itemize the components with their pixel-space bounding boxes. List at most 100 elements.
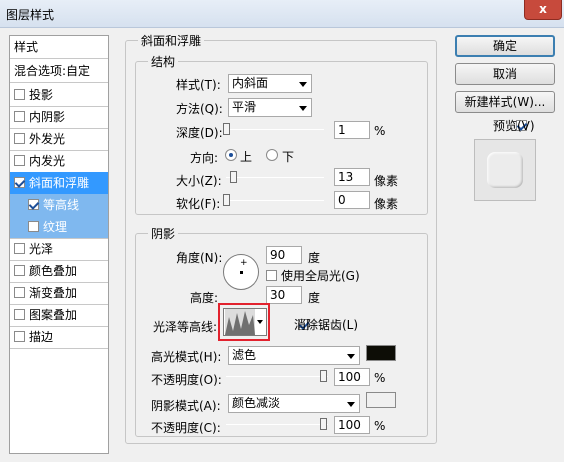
angle-input[interactable]: 90 <box>266 246 302 264</box>
chevron-down-icon <box>257 320 263 324</box>
shadow-mode-label: 阴影模式(A): <box>151 399 221 413</box>
direction-down-radio[interactable] <box>266 149 278 161</box>
style-item[interactable]: 等高线 <box>10 194 108 216</box>
style-item-checkbox[interactable] <box>14 155 25 166</box>
highlight-opacity-track[interactable] <box>226 376 328 377</box>
direction-up-radio[interactable] <box>225 149 237 161</box>
technique-select-value: 平滑 <box>232 100 257 114</box>
style-item[interactable]: 斜面和浮雕 <box>10 172 108 194</box>
style-item-checkbox[interactable] <box>14 331 25 342</box>
highlight-mode-value: 滤色 <box>232 348 257 362</box>
shadow-color-swatch[interactable] <box>366 392 396 408</box>
size-slider-thumb[interactable] <box>229 171 237 183</box>
chevron-down-icon <box>347 354 355 359</box>
dial-center-dot <box>240 271 243 274</box>
highlight-color-swatch[interactable] <box>366 345 396 361</box>
style-item-label: 外发光 <box>29 132 66 146</box>
preview-shape <box>487 152 523 188</box>
shadow-opacity-track[interactable] <box>226 424 328 425</box>
preview-label: 预览(V) <box>493 119 535 133</box>
size-label: 大小(Z): <box>176 174 222 188</box>
style-item[interactable]: 外发光 <box>10 128 108 150</box>
style-item-checkbox[interactable] <box>14 111 25 122</box>
style-item[interactable]: 纹理 <box>10 216 108 238</box>
style-item-label: 等高线 <box>43 198 80 212</box>
style-item-label: 图案叠加 <box>29 308 78 322</box>
angle-unit: 度 <box>308 251 321 265</box>
depth-unit: % <box>374 124 386 138</box>
angle-dial[interactable]: + <box>223 254 259 290</box>
bevel-emboss-title: 斜面和浮雕 <box>138 32 205 49</box>
shadow-mode-value: 颜色减淡 <box>232 396 281 410</box>
soften-label: 软化(F): <box>176 197 221 211</box>
style-item[interactable]: 描边 <box>10 326 108 348</box>
style-item-label: 投影 <box>29 88 54 102</box>
style-item-checkbox[interactable] <box>28 199 39 210</box>
contour-curve-icon <box>225 309 255 335</box>
style-item[interactable]: 渐变叠加 <box>10 282 108 304</box>
highlight-mode-select[interactable]: 滤色 <box>228 346 360 365</box>
style-select[interactable]: 内斜面 <box>228 74 312 93</box>
style-item[interactable]: 内阴影 <box>10 106 108 128</box>
ok-button[interactable]: 确定 <box>455 35 555 57</box>
style-item-checkbox[interactable] <box>14 309 25 320</box>
gloss-contour-picker[interactable] <box>223 308 267 336</box>
style-item-checkbox[interactable] <box>14 89 25 100</box>
highlight-opacity-thumb[interactable] <box>320 370 327 382</box>
shadow-opacity-input[interactable]: 100 <box>334 416 370 434</box>
soften-input[interactable]: 0 <box>334 191 370 209</box>
chevron-down-icon <box>347 402 355 407</box>
global-light-label: 使用全局光(G) <box>281 269 360 283</box>
style-item-label: 光泽 <box>29 242 54 256</box>
style-item-checkbox[interactable] <box>28 221 39 232</box>
highlight-opacity-input[interactable]: 100 <box>334 368 370 386</box>
shading-title: 阴影 <box>148 225 179 242</box>
soften-slider-track[interactable] <box>226 200 324 201</box>
depth-input[interactable]: 1 <box>334 121 370 139</box>
style-item[interactable]: 投影 <box>10 84 108 106</box>
style-item-checkbox[interactable] <box>14 177 25 188</box>
style-item[interactable]: 光泽 <box>10 238 108 260</box>
title-bar: 图层样式 x <box>0 0 564 28</box>
style-item-checkbox[interactable] <box>14 133 25 144</box>
style-item[interactable]: 图案叠加 <box>10 304 108 326</box>
styles-list-header: 样式 <box>14 40 39 54</box>
direction-up-label: 上 <box>240 150 253 164</box>
structure-title: 结构 <box>148 53 179 70</box>
style-item-label: 斜面和浮雕 <box>29 176 90 190</box>
chevron-down-icon <box>299 106 307 111</box>
style-item-label: 内发光 <box>29 154 66 168</box>
style-item-label: 描边 <box>29 330 54 344</box>
technique-label: 方法(Q): <box>176 102 223 116</box>
blend-options-item[interactable]: 混合选项:自定 <box>10 60 108 82</box>
style-item-label: 渐变叠加 <box>29 286 78 300</box>
new-style-button[interactable]: 新建样式(W)... <box>455 91 555 113</box>
depth-slider-track[interactable] <box>226 129 324 130</box>
style-item-checkbox[interactable] <box>14 243 25 254</box>
close-icon: x <box>539 2 547 16</box>
style-item-checkbox[interactable] <box>14 287 25 298</box>
global-light-checkbox[interactable] <box>266 270 277 281</box>
soften-slider-thumb[interactable] <box>223 194 230 206</box>
size-unit: 像素 <box>374 174 399 188</box>
style-item[interactable]: 内发光 <box>10 150 108 172</box>
crosshair-icon: + <box>240 258 248 268</box>
preview-thumbnail <box>474 139 536 201</box>
style-item[interactable]: 颜色叠加 <box>10 260 108 282</box>
style-item-checkbox[interactable] <box>14 265 25 276</box>
close-button[interactable]: x <box>524 0 562 20</box>
depth-slider-thumb[interactable] <box>223 123 230 135</box>
shadow-mode-select[interactable]: 颜色减淡 <box>228 394 360 413</box>
cancel-button[interactable]: 取消 <box>455 63 555 85</box>
depth-label: 深度(D): <box>176 126 223 140</box>
shadow-opacity-thumb[interactable] <box>320 418 327 430</box>
technique-select[interactable]: 平滑 <box>228 98 312 117</box>
shadow-opacity-label: 不透明度(C): <box>151 421 221 435</box>
style-item-label: 内阴影 <box>29 110 66 124</box>
soften-unit: 像素 <box>374 197 399 211</box>
style-label: 样式(T): <box>176 78 221 92</box>
size-input[interactable]: 13 <box>334 168 370 186</box>
altitude-input[interactable]: 30 <box>266 286 302 304</box>
size-slider-track[interactable] <box>226 177 324 178</box>
gloss-contour-label: 光泽等高线: <box>153 320 218 334</box>
